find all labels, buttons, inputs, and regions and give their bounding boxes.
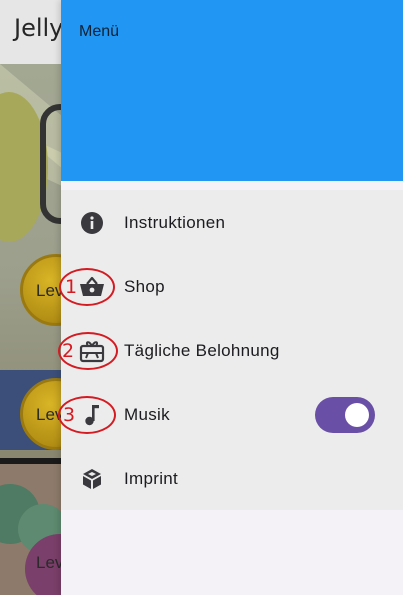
menu-item-label: Imprint xyxy=(124,469,179,488)
menu-item-label: Instruktionen xyxy=(124,213,226,232)
menu-item-imprint[interactable]: Imprint xyxy=(61,447,403,511)
music-toggle-switch[interactable] xyxy=(315,397,375,433)
menu-item-instruktionen[interactable]: Instruktionen xyxy=(61,191,403,255)
annotation-number-1: 1 xyxy=(65,276,78,298)
annotation-number-2: 2 xyxy=(62,340,75,362)
navigation-drawer: Menü Instruktionen Shop Tägliche Belohnu… xyxy=(61,0,403,595)
menu-item-label: Musik xyxy=(124,405,170,424)
menu-item-label: Shop xyxy=(124,277,165,296)
drawer-header: Menü xyxy=(61,0,403,181)
menu-item-label: Tägliche Belohnung xyxy=(124,341,280,360)
drawer-header-title: Menü xyxy=(79,23,120,40)
annotation-number-3: 3 xyxy=(63,404,76,426)
toggle-knob xyxy=(345,403,369,427)
cube-icon xyxy=(79,466,105,492)
background-app-title: Jelly xyxy=(14,14,64,42)
level-button-label: Lev xyxy=(36,553,64,572)
info-icon xyxy=(79,210,105,236)
